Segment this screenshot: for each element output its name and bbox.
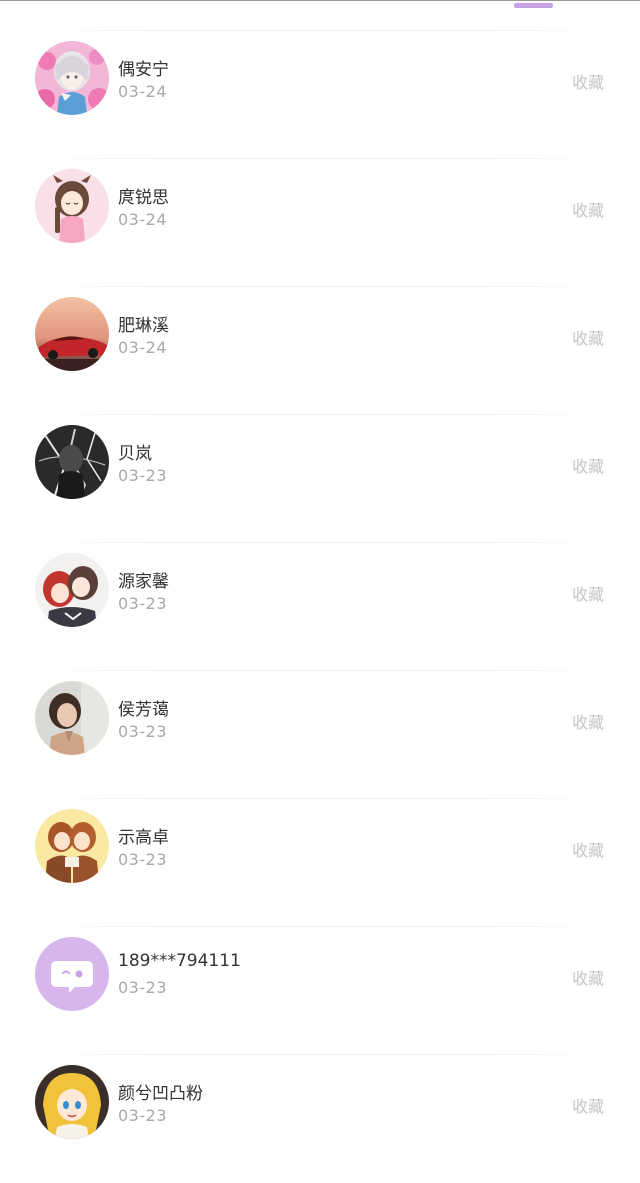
anime-girl-pink-avatar-icon [35,41,109,115]
user-list: 偶安宁 03-24 收藏 庹锐思 03-24 收藏 肥琳溪 03-24 收藏 贝… [0,31,640,1183]
avatar[interactable] [35,41,109,115]
avatar[interactable] [35,169,109,243]
avatar[interactable] [35,1065,109,1139]
favorite-button[interactable]: 收藏 [572,325,604,349]
date-label: 03-23 [118,978,167,997]
avatar[interactable] [35,553,109,627]
date-label: 03-23 [118,466,167,485]
anime-couple-avatar-icon [35,553,109,627]
list-item[interactable]: 颜兮凹凸粉 03-23 收藏 [0,1055,640,1183]
user-name: 189***794111 [118,951,241,971]
favorite-button[interactable]: 收藏 [572,581,604,605]
avatar[interactable] [35,937,109,1011]
user-name: 源家馨 [118,572,169,592]
favorite-button[interactable]: 收藏 [572,453,604,477]
anime-twins-avatar-icon [35,809,109,883]
red-car-sunset-avatar-icon [35,297,109,371]
user-name: 贝岚 [118,444,152,464]
list-item[interactable]: 庹锐思 03-24 收藏 [0,159,640,287]
dark-sketch-avatar-icon [35,425,109,499]
list-item[interactable]: 189***794111 03-23 收藏 [0,927,640,1055]
date-label: 03-23 [118,1106,167,1125]
date-label: 03-23 [118,594,167,613]
user-name: 颜兮凹凸粉 [118,1084,203,1104]
list-item[interactable]: 示高卓 03-23 收藏 [0,799,640,927]
list-item[interactable]: 源家馨 03-23 收藏 [0,543,640,671]
favorite-button[interactable]: 收藏 [572,69,604,93]
chat-bubble-icon [35,937,109,1011]
top-border [0,0,640,1]
avatar[interactable] [35,297,109,371]
user-name: 示高卓 [118,828,169,848]
favorite-button[interactable]: 收藏 [572,709,604,733]
user-name: 庹锐思 [118,188,169,208]
date-label: 03-23 [118,850,167,869]
avatar[interactable] [35,425,109,499]
user-name: 肥琳溪 [118,316,169,336]
favorite-button[interactable]: 收藏 [572,1093,604,1117]
favorite-button[interactable]: 收藏 [572,197,604,221]
list-item[interactable]: 贝岚 03-23 收藏 [0,415,640,543]
user-name: 侯芳蔼 [118,700,169,720]
date-label: 03-24 [118,82,167,101]
list-item[interactable]: 肥琳溪 03-24 收藏 [0,287,640,415]
anime-girl-braids-avatar-icon [35,169,109,243]
list-item[interactable]: 偶安宁 03-24 收藏 [0,31,640,159]
avatar[interactable] [35,809,109,883]
date-label: 03-24 [118,338,167,357]
tab-indicator [514,3,553,8]
date-label: 03-23 [118,722,167,741]
user-name: 偶安宁 [118,60,169,80]
date-label: 03-24 [118,210,167,229]
list-item[interactable]: 侯芳蔼 03-23 收藏 [0,671,640,799]
favorite-button[interactable]: 收藏 [572,837,604,861]
woman-portrait-avatar-icon [35,681,109,755]
anime-blonde-girl-avatar-icon [35,1065,109,1139]
favorite-button[interactable]: 收藏 [572,965,604,989]
avatar[interactable] [35,681,109,755]
